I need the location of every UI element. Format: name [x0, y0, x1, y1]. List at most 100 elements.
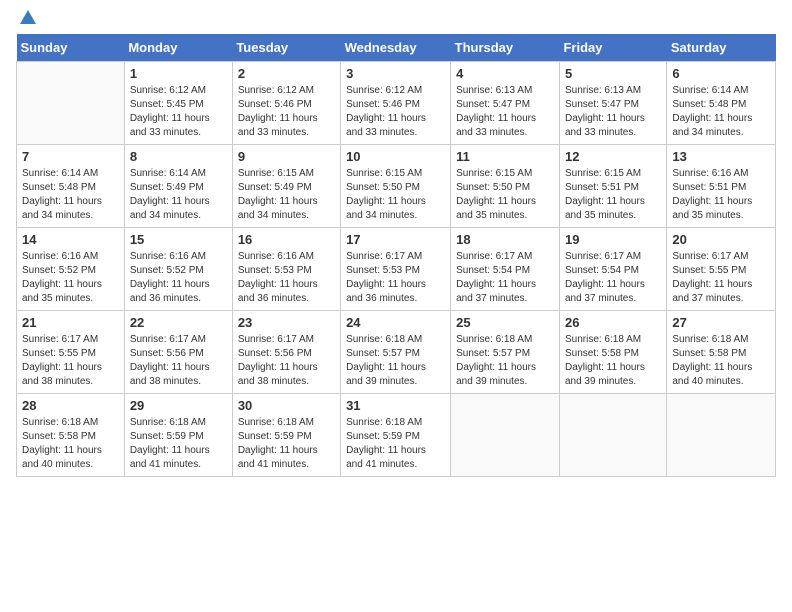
day-cell: 22Sunrise: 6:17 AM Sunset: 5:56 PM Dayli…: [124, 311, 232, 394]
cell-content: Sunrise: 6:16 AM Sunset: 5:53 PM Dayligh…: [238, 250, 335, 306]
logo-icon: [18, 8, 38, 28]
cell-content: Sunrise: 6:18 AM Sunset: 5:59 PM Dayligh…: [346, 416, 445, 472]
calendar-table: SundayMondayTuesdayWednesdayThursdayFrid…: [16, 34, 776, 477]
cell-content: Sunrise: 6:16 AM Sunset: 5:52 PM Dayligh…: [22, 250, 119, 306]
week-row-3: 14Sunrise: 6:16 AM Sunset: 5:52 PM Dayli…: [17, 228, 776, 311]
day-cell: 5Sunrise: 6:13 AM Sunset: 5:47 PM Daylig…: [559, 62, 666, 145]
header-friday: Friday: [559, 34, 666, 62]
day-cell: 6 Sunrise: 6:14 AM Sunset: 5:48 PM Daylig…: [667, 62, 776, 145]
day-cell: 29Sunrise: 6:18 AM Sunset: 5:59 PM Dayli…: [124, 394, 232, 477]
day-number: 20: [672, 232, 770, 247]
cell-content: Sunrise: 6:14 AM Sunset: 5:48 PM Dayligh…: [672, 84, 770, 140]
day-cell: 23 Sunrise: 6:17 AM Sunset: 5:56 PM Dayli…: [232, 311, 340, 394]
cell-content: Sunrise: 6:18 AM Sunset: 5:58 PM Dayligh…: [672, 333, 770, 389]
cell-content: Sunrise: 6:15 AM Sunset: 5:49 PM Dayligh…: [238, 167, 335, 223]
header-thursday: Thursday: [451, 34, 560, 62]
header-tuesday: Tuesday: [232, 34, 340, 62]
day-cell: 20 Sunrise: 6:17 AM Sunset: 5:55 PM Dayli…: [667, 228, 776, 311]
header-monday: Monday: [124, 34, 232, 62]
day-number: 28: [22, 398, 119, 413]
week-row-4: 21 Sunrise: 6:17 AM Sunset: 5:55 PM Dayli…: [17, 311, 776, 394]
day-cell: [451, 394, 560, 477]
day-number: 19: [565, 232, 661, 247]
cell-content: Sunrise: 6:13 AM Sunset: 5:47 PM Dayligh…: [456, 84, 554, 140]
day-number: 6: [672, 66, 770, 81]
cell-content: Sunrise: 6:18 AM Sunset: 5:58 PM Dayligh…: [565, 333, 661, 389]
day-cell: [17, 62, 125, 145]
day-cell: 18Sunrise: 6:17 AM Sunset: 5:54 PM Dayli…: [451, 228, 560, 311]
day-cell: 14Sunrise: 6:16 AM Sunset: 5:52 PM Dayli…: [17, 228, 125, 311]
day-number: 2: [238, 66, 335, 81]
cell-content: Sunrise: 6:17 AM Sunset: 5:55 PM Dayligh…: [672, 250, 770, 306]
week-row-5: 28 Sunrise: 6:18 AM Sunset: 5:58 PM Dayli…: [17, 394, 776, 477]
week-row-1: 1Sunrise: 6:12 AM Sunset: 5:45 PM Daylig…: [17, 62, 776, 145]
day-cell: 13 Sunrise: 6:16 AM Sunset: 5:51 PM Dayli…: [667, 145, 776, 228]
day-number: 3: [346, 66, 445, 81]
header-wednesday: Wednesday: [341, 34, 451, 62]
cell-content: Sunrise: 6:15 AM Sunset: 5:50 PM Dayligh…: [456, 167, 554, 223]
day-number: 17: [346, 232, 445, 247]
cell-content: Sunrise: 6:12 AM Sunset: 5:45 PM Dayligh…: [130, 84, 227, 140]
day-cell: 1Sunrise: 6:12 AM Sunset: 5:45 PM Daylig…: [124, 62, 232, 145]
day-number: 31: [346, 398, 445, 413]
cell-content: Sunrise: 6:17 AM Sunset: 5:56 PM Dayligh…: [238, 333, 335, 389]
day-cell: 8 Sunrise: 6:14 AM Sunset: 5:49 PM Daylig…: [124, 145, 232, 228]
day-number: 11: [456, 149, 554, 164]
cell-content: Sunrise: 6:15 AM Sunset: 5:51 PM Dayligh…: [565, 167, 661, 223]
cell-content: Sunrise: 6:14 AM Sunset: 5:48 PM Dayligh…: [22, 167, 119, 223]
cell-content: Sunrise: 6:17 AM Sunset: 5:55 PM Dayligh…: [22, 333, 119, 389]
day-cell: 7 Sunrise: 6:14 AM Sunset: 5:48 PM Daylig…: [17, 145, 125, 228]
day-number: 22: [130, 315, 227, 330]
cell-content: Sunrise: 6:16 AM Sunset: 5:51 PM Dayligh…: [672, 167, 770, 223]
day-number: 12: [565, 149, 661, 164]
day-number: 13: [672, 149, 770, 164]
day-cell: 9 Sunrise: 6:15 AM Sunset: 5:49 PM Daylig…: [232, 145, 340, 228]
day-number: 5: [565, 66, 661, 81]
cell-content: Sunrise: 6:18 AM Sunset: 5:59 PM Dayligh…: [130, 416, 227, 472]
day-number: 7: [22, 149, 119, 164]
day-cell: 11 Sunrise: 6:15 AM Sunset: 5:50 PM Dayli…: [451, 145, 560, 228]
week-row-2: 7 Sunrise: 6:14 AM Sunset: 5:48 PM Daylig…: [17, 145, 776, 228]
day-cell: 26Sunrise: 6:18 AM Sunset: 5:58 PM Dayli…: [559, 311, 666, 394]
day-number: 24: [346, 315, 445, 330]
day-number: 4: [456, 66, 554, 81]
day-cell: 27 Sunrise: 6:18 AM Sunset: 5:58 PM Dayli…: [667, 311, 776, 394]
cell-content: Sunrise: 6:17 AM Sunset: 5:53 PM Dayligh…: [346, 250, 445, 306]
cell-content: Sunrise: 6:18 AM Sunset: 5:57 PM Dayligh…: [456, 333, 554, 389]
day-cell: 30 Sunrise: 6:18 AM Sunset: 5:59 PM Dayli…: [232, 394, 340, 477]
cell-content: Sunrise: 6:17 AM Sunset: 5:54 PM Dayligh…: [456, 250, 554, 306]
cell-content: Sunrise: 6:18 AM Sunset: 5:57 PM Dayligh…: [346, 333, 445, 389]
cell-content: Sunrise: 6:18 AM Sunset: 5:59 PM Dayligh…: [238, 416, 335, 472]
day-number: 30: [238, 398, 335, 413]
day-cell: 4 Sunrise: 6:13 AM Sunset: 5:47 PM Daylig…: [451, 62, 560, 145]
day-cell: 10 Sunrise: 6:15 AM Sunset: 5:50 PM Dayli…: [341, 145, 451, 228]
day-cell: 17 Sunrise: 6:17 AM Sunset: 5:53 PM Dayli…: [341, 228, 451, 311]
day-number: 10: [346, 149, 445, 164]
cell-content: Sunrise: 6:15 AM Sunset: 5:50 PM Dayligh…: [346, 167, 445, 223]
day-number: 8: [130, 149, 227, 164]
cell-content: Sunrise: 6:18 AM Sunset: 5:58 PM Dayligh…: [22, 416, 119, 472]
cell-content: Sunrise: 6:16 AM Sunset: 5:52 PM Dayligh…: [130, 250, 227, 306]
day-cell: 12 Sunrise: 6:15 AM Sunset: 5:51 PM Dayli…: [559, 145, 666, 228]
cell-content: Sunrise: 6:12 AM Sunset: 5:46 PM Dayligh…: [238, 84, 335, 140]
cell-content: Sunrise: 6:12 AM Sunset: 5:46 PM Dayligh…: [346, 84, 445, 140]
day-number: 15: [130, 232, 227, 247]
day-cell: 21 Sunrise: 6:17 AM Sunset: 5:55 PM Dayli…: [17, 311, 125, 394]
day-number: 21: [22, 315, 119, 330]
day-cell: 28 Sunrise: 6:18 AM Sunset: 5:58 PM Dayli…: [17, 394, 125, 477]
cell-content: Sunrise: 6:14 AM Sunset: 5:49 PM Dayligh…: [130, 167, 227, 223]
logo: [16, 16, 38, 24]
header-sunday: Sunday: [17, 34, 125, 62]
day-number: 27: [672, 315, 770, 330]
day-number: 9: [238, 149, 335, 164]
day-cell: [559, 394, 666, 477]
cell-content: Sunrise: 6:17 AM Sunset: 5:54 PM Dayligh…: [565, 250, 661, 306]
calendar-header-row: SundayMondayTuesdayWednesdayThursdayFrid…: [17, 34, 776, 62]
day-cell: 3 Sunrise: 6:12 AM Sunset: 5:46 PM Daylig…: [341, 62, 451, 145]
day-number: 25: [456, 315, 554, 330]
header-saturday: Saturday: [667, 34, 776, 62]
day-cell: 24 Sunrise: 6:18 AM Sunset: 5:57 PM Dayli…: [341, 311, 451, 394]
day-number: 23: [238, 315, 335, 330]
day-cell: 19 Sunrise: 6:17 AM Sunset: 5:54 PM Dayli…: [559, 228, 666, 311]
day-cell: 31 Sunrise: 6:18 AM Sunset: 5:59 PM Dayli…: [341, 394, 451, 477]
